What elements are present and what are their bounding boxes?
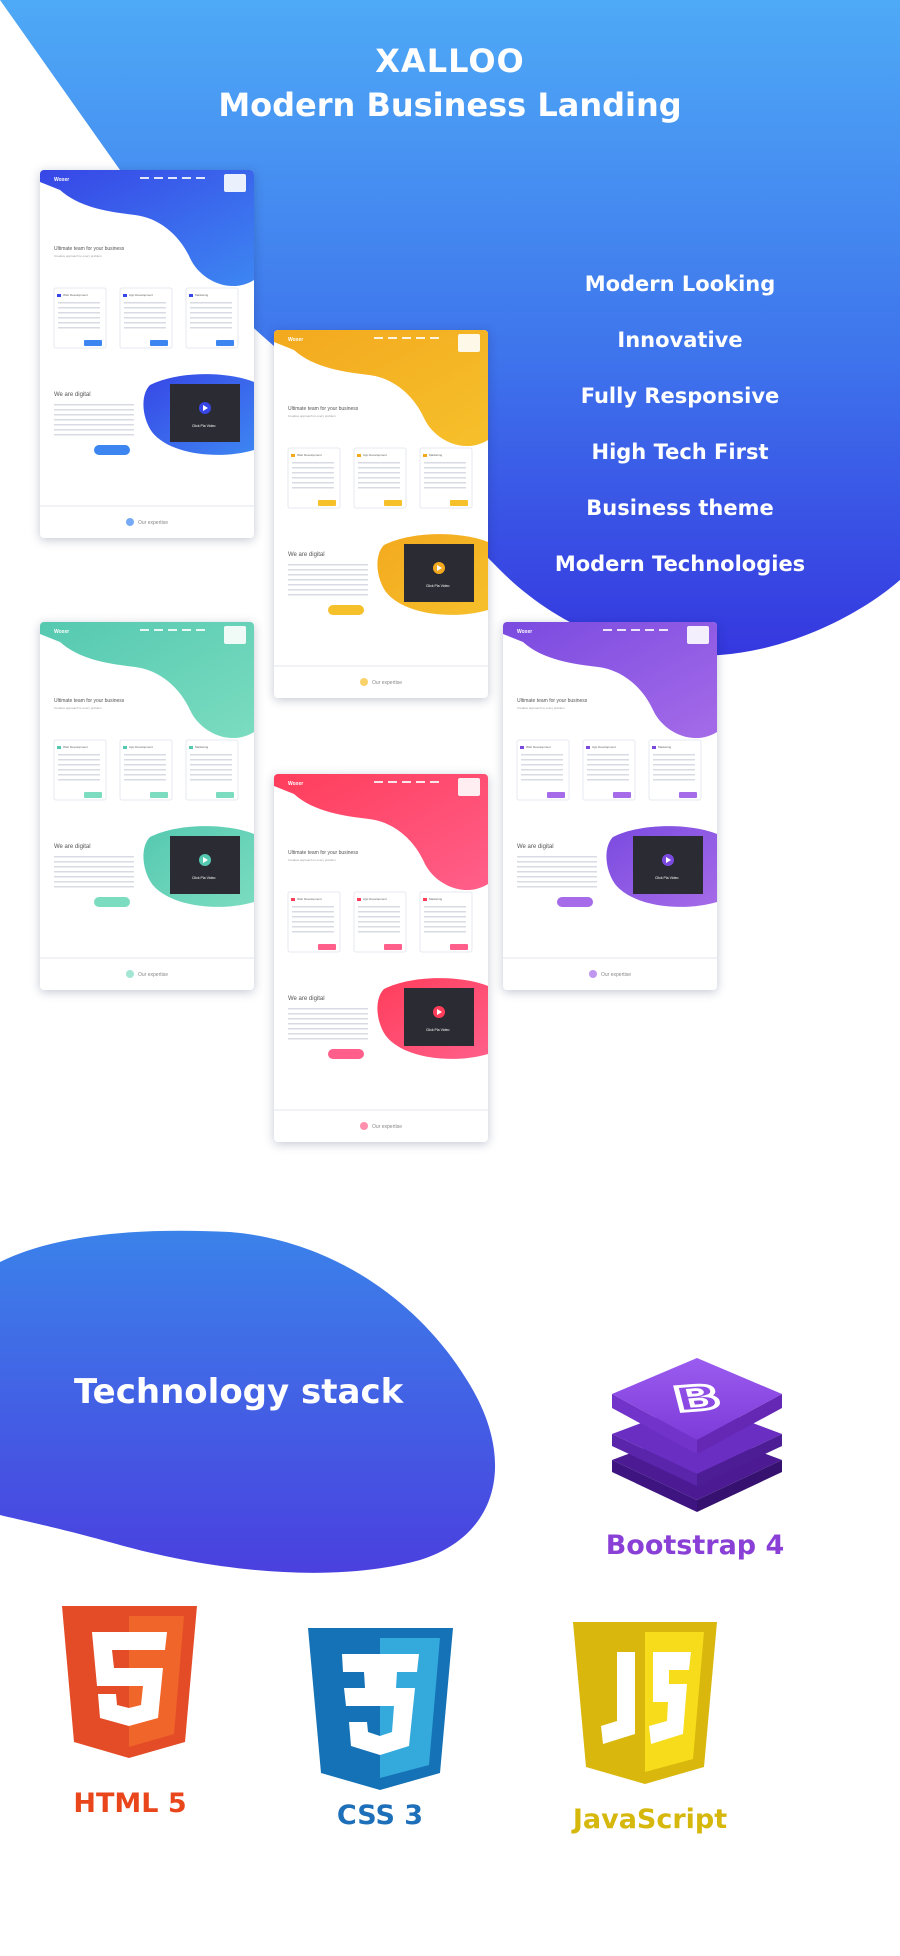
- preview-tagline: Creative approach to every problem: [288, 414, 336, 418]
- preview-hero-shape: [40, 170, 254, 287]
- preview-service-title: Marketing: [195, 745, 209, 749]
- preview-video-label: Click Pla Video: [655, 876, 679, 880]
- preview-video-label: Click Pla Video: [426, 584, 450, 588]
- preview-video-label: Click Pla Video: [426, 1028, 450, 1032]
- preview-brand: Woxer: [288, 781, 303, 787]
- preview-headline: Ultimate team for your business: [288, 850, 359, 856]
- preview-section-title: We are digital: [288, 552, 325, 558]
- preview-brand: Woxer: [54, 177, 69, 183]
- css3-icon: [308, 1628, 453, 1790]
- preview-brand: Woxer: [517, 629, 532, 635]
- html5-icon: [62, 1606, 197, 1758]
- preview-brand: Woxer: [288, 337, 303, 343]
- preview-section-title: We are digital: [288, 996, 325, 1002]
- preview-footer: Our expertise: [601, 972, 631, 978]
- bootstrap-icon: B: [604, 1350, 790, 1520]
- feature-item: Innovative: [617, 328, 743, 352]
- preview-service-title: App Development: [592, 745, 616, 749]
- preview-service-title: Web Development: [526, 745, 551, 749]
- preview-tagline: Creative approach to every problem: [517, 706, 565, 710]
- template-preview-teal: Woxer Ultimate team for your business Crea…: [40, 622, 254, 990]
- preview-hero-shape: [40, 622, 254, 739]
- preview-service-title: App Development: [129, 293, 153, 297]
- preview-service-title: Marketing: [195, 293, 209, 297]
- svg-text:B: B: [669, 1377, 726, 1420]
- preview-footer: Our expertise: [372, 680, 402, 686]
- preview-tagline: Creative approach to every problem: [288, 858, 336, 862]
- preview-service-title: App Development: [363, 453, 387, 457]
- preview-service-title: Web Development: [297, 453, 322, 457]
- hero-title: XALLOO: [375, 42, 525, 80]
- feature-item: Modern Technologies: [554, 552, 806, 576]
- preview-service-title: App Development: [129, 745, 153, 749]
- preview-footer: Our expertise: [138, 520, 168, 526]
- preview-headline: Ultimate team for your business: [54, 246, 125, 252]
- template-preview-pink: Woxer Ultimate team for your business Crea…: [274, 774, 488, 1142]
- template-preview-purple: Woxer Ultimate team for your business Crea…: [503, 622, 717, 990]
- preview-headline: Ultimate team for your business: [54, 698, 125, 704]
- preview-service-title: Marketing: [429, 453, 443, 457]
- preview-headline: Ultimate team for your business: [288, 406, 359, 412]
- preview-video-label: Click Pla Video: [192, 876, 216, 880]
- preview-service-title: App Development: [363, 897, 387, 901]
- bootstrap-label: Bootstrap 4: [605, 1530, 785, 1561]
- preview-tagline: Creative approach to every problem: [54, 706, 102, 710]
- template-preview-blue: Woxer Ultimate team for your business Crea…: [40, 170, 254, 538]
- preview-service-title: Marketing: [658, 745, 672, 749]
- tech-stack-title: Technology stack: [74, 1372, 404, 1412]
- preview-tagline: Creative approach to every problem: [54, 254, 102, 258]
- preview-video-label: Click Pla Video: [192, 424, 216, 428]
- features-list: Modern Looking Innovative Fully Responsi…: [545, 262, 815, 598]
- preview-footer: Our expertise: [138, 972, 168, 978]
- preview-section-title: We are digital: [54, 392, 91, 398]
- preview-hero-shape: [274, 330, 488, 447]
- css3-label: CSS 3: [336, 1800, 424, 1831]
- preview-service-title: Marketing: [429, 897, 443, 901]
- preview-hero-shape: [503, 622, 717, 739]
- feature-item: Fully Responsive: [580, 384, 780, 408]
- preview-brand: Woxer: [54, 629, 69, 635]
- preview-section-title: We are digital: [517, 844, 554, 850]
- hero-subtitle: Modern Business Landing: [218, 86, 682, 124]
- javascript-label: JavaScript: [572, 1804, 728, 1835]
- preview-headline: Ultimate team for your business: [517, 698, 588, 704]
- preview-service-title: Web Development: [297, 897, 322, 901]
- feature-item: Business theme: [586, 496, 774, 520]
- javascript-icon: [573, 1622, 717, 1784]
- preview-service-title: Web Development: [63, 293, 88, 297]
- html5-label: HTML 5: [73, 1788, 187, 1819]
- template-preview-yellow: Woxer Ultimate team for your business Crea…: [274, 330, 488, 698]
- feature-item: Modern Looking: [584, 272, 776, 296]
- preview-section-title: We are digital: [54, 844, 91, 850]
- feature-item: High Tech First: [591, 440, 769, 464]
- preview-hero-shape: [274, 774, 488, 891]
- preview-footer: Our expertise: [372, 1124, 402, 1130]
- preview-service-title: Web Development: [63, 745, 88, 749]
